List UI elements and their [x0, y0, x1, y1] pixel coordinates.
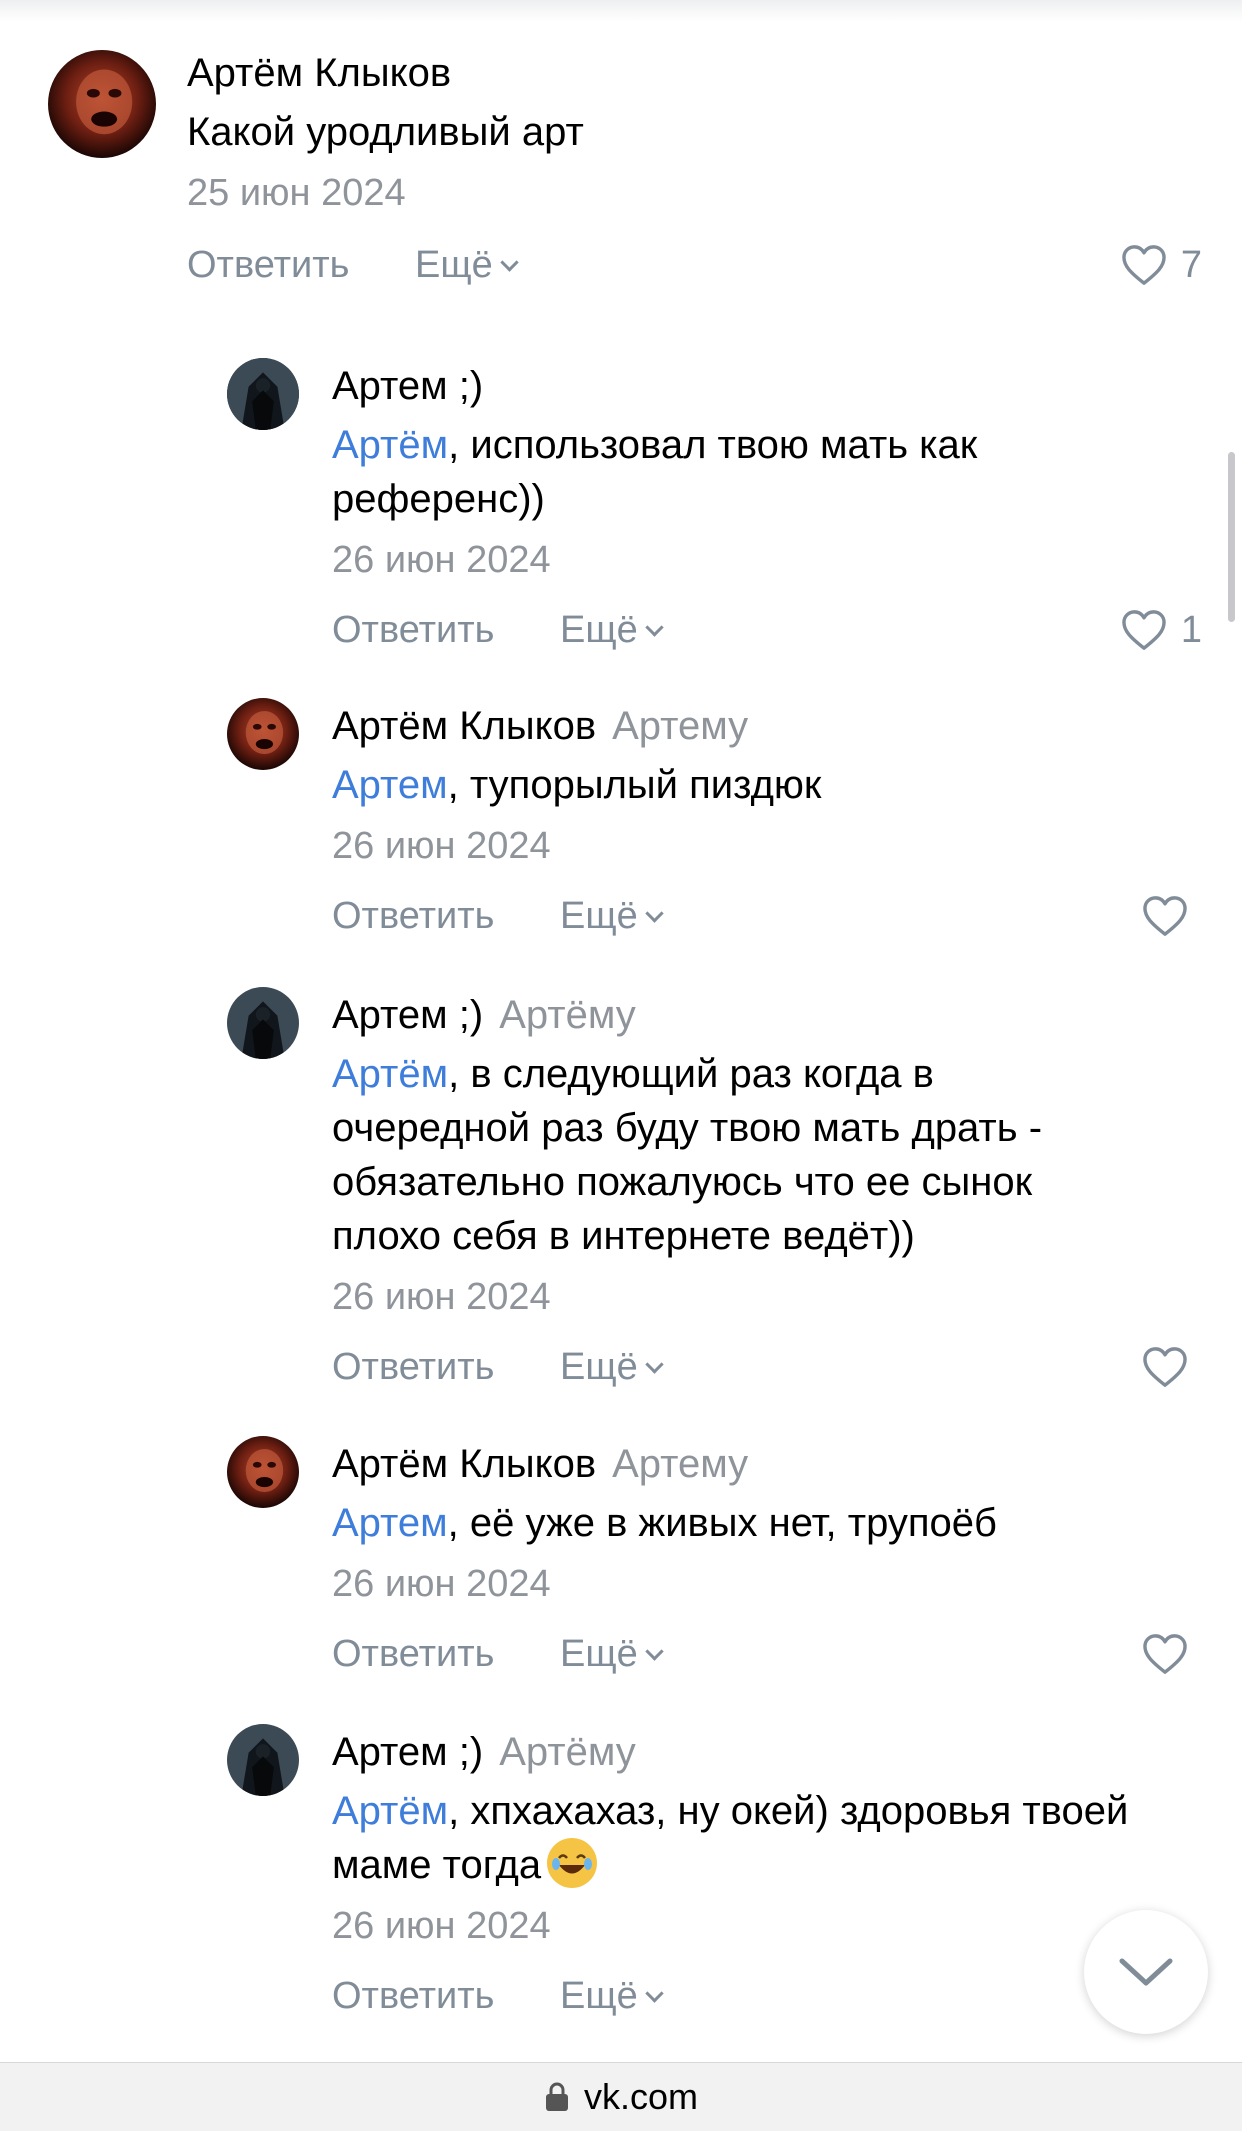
more-label: Ещё	[415, 244, 493, 286]
vk-comments-page: Артём Клыков Какой уродливый арт 25 июн …	[0, 0, 1242, 2131]
reply-button[interactable]: Ответить	[332, 1966, 494, 2026]
chevron-down-icon	[645, 1984, 664, 2003]
comment-message: , её уже в живых нет, трупоёб	[447, 1501, 997, 1545]
reply-button[interactable]: Ответить	[332, 886, 494, 946]
comment-actions: Ответить Ещё 7	[187, 235, 1202, 295]
more-label: Ещё	[560, 1975, 638, 2017]
more-button[interactable]: Ещё	[560, 600, 664, 660]
chevron-down-icon	[645, 1355, 664, 1374]
reply-button[interactable]: Ответить	[332, 600, 494, 660]
like-count: 7	[1180, 244, 1202, 286]
comment-message: , тупорылый пиздюк	[447, 763, 822, 807]
reply-to-label[interactable]: Артёму	[499, 1730, 636, 1774]
scroll-down-button[interactable]	[1084, 1910, 1208, 2034]
comment-actions: Ответить Ещё	[332, 886, 1202, 946]
reply-to-label[interactable]: Артему	[612, 704, 748, 748]
avatar[interactable]	[227, 358, 299, 430]
more-button[interactable]: Ещё	[560, 1624, 664, 1684]
avatar[interactable]	[227, 987, 299, 1059]
avatar[interactable]	[227, 1436, 299, 1508]
comment-mention[interactable]: Артем	[332, 1501, 448, 1545]
comment-author[interactable]: Артём Клыков	[187, 51, 451, 95]
comment-date: 26 июн 2024	[332, 1905, 551, 1947]
comment-mention[interactable]: Артём	[332, 1052, 448, 1096]
comment-text: Артём, в следующий раз когда в очередной…	[332, 1047, 1132, 1263]
comment-mention[interactable]: Артём	[332, 1789, 448, 1833]
scrollbar[interactable]	[1228, 452, 1235, 622]
comment-message: , хпхахахаз, ну окей) здоровья твоей мам…	[332, 1789, 1129, 1887]
comment-actions: Ответить Ещё	[332, 1337, 1202, 1397]
more-button[interactable]: Ещё	[560, 886, 664, 946]
heart-icon	[1143, 1347, 1187, 1387]
like-button[interactable]	[1142, 886, 1202, 946]
more-label: Ещё	[560, 895, 638, 937]
like-button[interactable]	[1142, 1624, 1202, 1684]
like-button[interactable]	[1142, 1337, 1202, 1397]
top-shadow	[0, 0, 1242, 22]
comment-text: Артем, её уже в живых нет, трупоёб	[332, 1496, 1132, 1550]
like-button[interactable]: 7	[1121, 235, 1202, 295]
more-label: Ещё	[560, 609, 638, 651]
like-count: 1	[1180, 609, 1202, 651]
avatar[interactable]	[227, 1724, 299, 1796]
laughing-emoji-icon	[547, 1838, 598, 1888]
comment-author[interactable]: Артем ;)	[332, 364, 483, 408]
comment-date: 25 июн 2024	[187, 172, 406, 214]
heart-icon	[1143, 896, 1187, 936]
like-button[interactable]: 1	[1121, 600, 1202, 660]
comment-author[interactable]: Артём Клыков	[332, 704, 596, 748]
comment-author[interactable]: Артем ;)	[332, 993, 483, 1037]
avatar[interactable]	[48, 50, 156, 158]
heart-icon	[1122, 610, 1166, 650]
comment-mention[interactable]: Артем	[332, 763, 448, 807]
comment-text: Какой уродливый арт	[187, 110, 584, 154]
comment-date: 26 июн 2024	[332, 1276, 551, 1318]
more-button[interactable]: Ещё	[560, 1966, 664, 2026]
heart-icon	[1122, 245, 1166, 285]
more-label: Ещё	[560, 1346, 638, 1388]
more-button[interactable]: Ещё	[415, 235, 519, 295]
reply-button[interactable]: Ответить	[187, 235, 349, 295]
lock-icon	[545, 2082, 568, 2111]
heart-icon	[1143, 1634, 1187, 1674]
url-text: vk.com	[583, 2076, 698, 2117]
chevron-down-icon	[645, 904, 664, 923]
comment-mention[interactable]: Артём	[332, 423, 448, 467]
reply-button[interactable]: Ответить	[332, 1624, 494, 1684]
comment-date: 26 июн 2024	[332, 825, 551, 867]
chevron-down-icon	[645, 618, 664, 637]
comment-text: Артём, использовал твою мать как референ…	[332, 418, 1132, 526]
comment-date: 26 июн 2024	[332, 539, 551, 581]
chevron-down-icon	[645, 1642, 664, 1661]
comment-actions: Ответить Ещё 1	[332, 600, 1202, 660]
comment-text: Артем, тупорылый пиздюк	[332, 758, 1132, 812]
chevron-down-icon	[500, 253, 519, 272]
chevron-down-icon	[1119, 1958, 1173, 1986]
avatar[interactable]	[227, 698, 299, 770]
comment-actions: Ответить Ещё	[332, 1624, 1202, 1684]
comment-author[interactable]: Артем ;)	[332, 1730, 483, 1774]
comment-author[interactable]: Артём Клыков	[332, 1442, 596, 1486]
reply-button[interactable]: Ответить	[332, 1337, 494, 1397]
reply-to-label[interactable]: Артёму	[499, 993, 636, 1037]
browser-url-bar[interactable]: vk.com	[0, 2062, 1242, 2131]
more-label: Ещё	[560, 1633, 638, 1675]
more-button[interactable]: Ещё	[560, 1337, 664, 1397]
comment-date: 26 июн 2024	[332, 1563, 551, 1605]
comment-actions: Ответить Ещё	[332, 1966, 1202, 2026]
comment-text: Артём, хпхахахаз, ну окей) здоровья твое…	[332, 1784, 1132, 1892]
reply-to-label[interactable]: Артему	[612, 1442, 748, 1486]
